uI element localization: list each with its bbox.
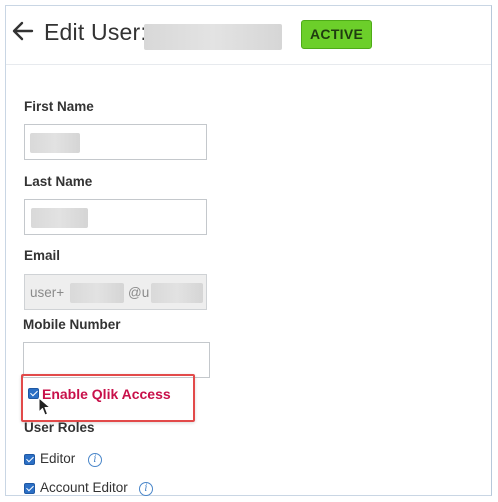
user-roles-label: User Roles [24,420,95,435]
info-icon[interactable]: i [139,482,153,496]
mobile-number-input[interactable] [23,342,210,378]
first-name-input[interactable] [24,124,207,160]
role-editor-label: Editor [40,451,76,466]
page-title: Edit User: [44,19,147,45]
last-name-label: Last Name [24,174,93,189]
edit-user-panel: Edit User: ACTIVE First Name Last Name E… [5,5,492,496]
arrow-left-icon[interactable] [10,18,36,44]
redacted-user-name [144,24,282,50]
email-input: user+ @u [24,274,207,310]
role-editor-checkbox[interactable] [24,454,35,465]
mobile-number-label: Mobile Number [23,317,121,332]
enable-qlik-label[interactable]: Enable Qlik Access [42,386,171,402]
redacted-first-name [30,133,80,153]
mouse-pointer-icon [38,397,51,416]
redacted-email-local [70,283,124,303]
info-icon[interactable]: i [88,453,102,467]
redacted-email-domain [151,283,203,303]
role-account-editor-label: Account Editor [40,480,128,495]
last-name-input[interactable] [24,199,207,235]
email-prefix: user+ [30,285,65,300]
status-badge: ACTIVE [301,20,373,49]
page-header: Edit User: ACTIVE [6,6,491,65]
role-account-editor-checkbox[interactable] [24,483,35,494]
email-at: @u [128,285,150,300]
first-name-label: First Name [24,99,94,114]
email-label: Email [24,248,61,263]
redacted-last-name [31,208,88,228]
